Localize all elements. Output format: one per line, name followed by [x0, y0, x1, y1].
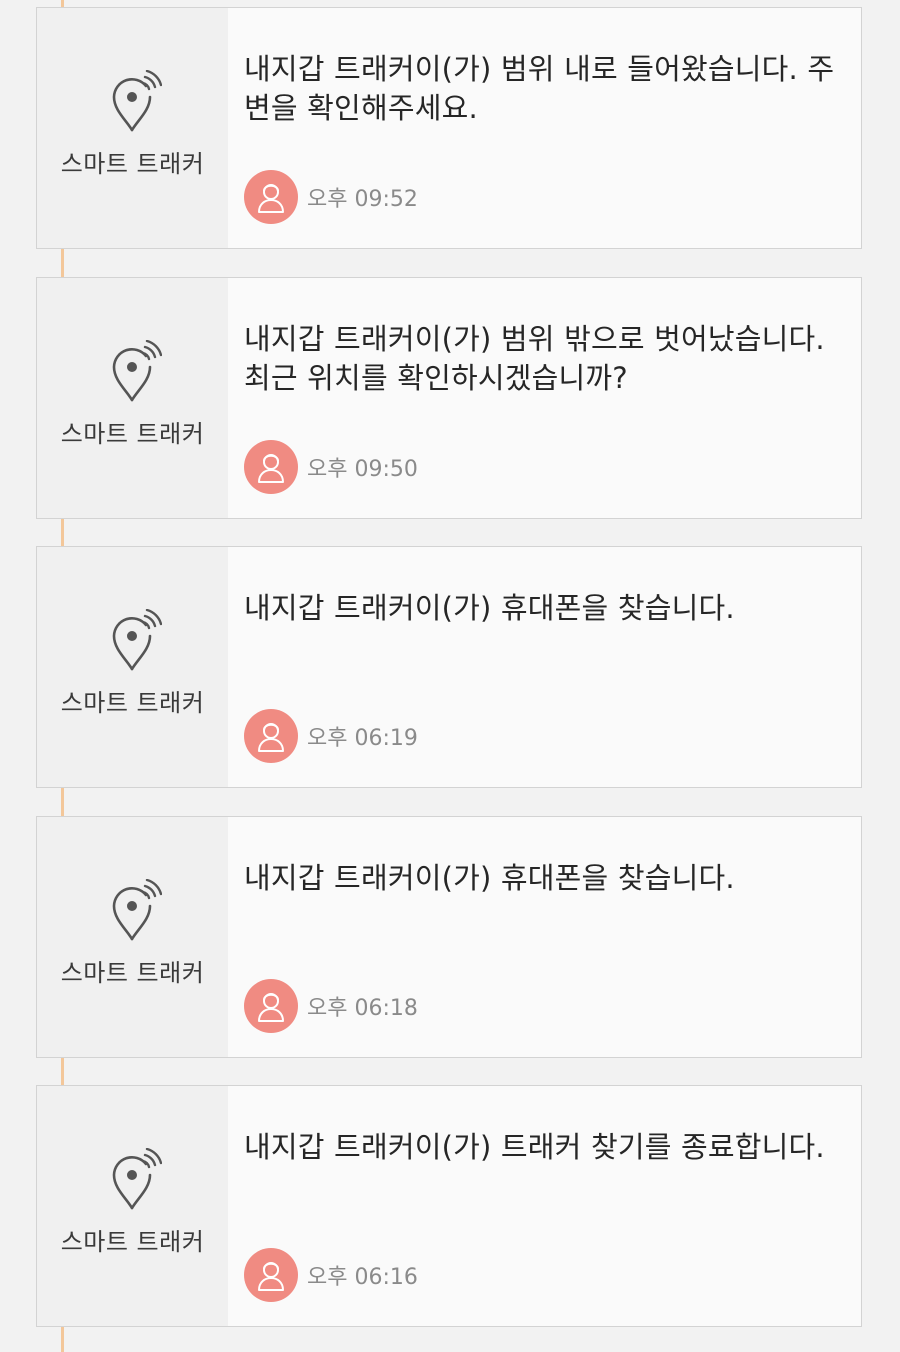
notification-meta: 오후 06:19 [244, 709, 418, 763]
notification-app-panel: 스마트 트래커 [37, 817, 228, 1057]
notification-time: 오후 06:16 [307, 1265, 418, 1290]
person-icon [258, 184, 284, 213]
notification-card[interactable]: 스마트 트래커 내지갑 트래커이(가) 범위 내로 들어왔습니다. 주변을 확인… [36, 7, 862, 249]
notification-card[interactable]: 스마트 트래커 내지갑 트래커이(가) 휴대폰을 찾습니다. 오후 06:18 [36, 816, 862, 1058]
notification-body: 내지갑 트래커이(가) 범위 내로 들어왔습니다. 주변을 확인해주세요. 오후… [228, 8, 861, 248]
person-icon [258, 1262, 284, 1291]
notification-app-panel: 스마트 트래커 [37, 1086, 228, 1326]
notification-body: 내지갑 트래커이(가) 휴대폰을 찾습니다. 오후 06:18 [228, 817, 861, 1057]
notification-app-panel: 스마트 트래커 [37, 547, 228, 787]
notification-feed: 스마트 트래커 내지갑 트래커이(가) 범위 내로 들어왔습니다. 주변을 확인… [0, 0, 900, 1352]
notification-meta: 오후 06:18 [244, 979, 418, 1033]
notification-time: 오후 06:18 [307, 996, 418, 1021]
notification-message: 내지갑 트래커이(가) 휴대폰을 찾습니다. [244, 861, 735, 895]
notification-message: 내지갑 트래커이(가) 범위 밖으로 벗어났습니다. 최근 위치를 확인하시겠습… [244, 322, 825, 395]
person-icon [258, 993, 284, 1022]
location-tracker-icon [112, 1148, 162, 1210]
notification-app-panel: 스마트 트래커 [37, 8, 228, 248]
notification-time: 오후 06:19 [307, 726, 418, 751]
notification-message: 내지갑 트래커이(가) 범위 내로 들어왔습니다. 주변을 확인해주세요. [244, 52, 835, 125]
notification-time: 오후 09:52 [307, 187, 418, 212]
person-icon [258, 723, 284, 752]
app-name: 스마트 트래커 [60, 1228, 205, 1256]
location-tracker-icon [112, 609, 162, 671]
avatar [244, 709, 298, 763]
notification-meta: 오후 06:16 [244, 1248, 418, 1302]
app-name: 스마트 트래커 [60, 420, 205, 448]
location-tracker-icon [112, 70, 162, 132]
notification-card[interactable]: 스마트 트래커 내지갑 트래커이(가) 트래커 찾기를 종료합니다. 오후 06… [36, 1085, 862, 1327]
notification-body: 내지갑 트래커이(가) 범위 밖으로 벗어났습니다. 최근 위치를 확인하시겠습… [228, 278, 861, 518]
app-name: 스마트 트래커 [60, 959, 205, 987]
avatar [244, 440, 298, 494]
location-tracker-icon [112, 340, 162, 402]
notification-message: 내지갑 트래커이(가) 트래커 찾기를 종료합니다. [244, 1130, 825, 1164]
app-name: 스마트 트래커 [60, 689, 205, 717]
notification-card[interactable]: 스마트 트래커 내지갑 트래커이(가) 범위 밖으로 벗어났습니다. 최근 위치… [36, 277, 862, 519]
app-name: 스마트 트래커 [60, 150, 205, 178]
notification-message: 내지갑 트래커이(가) 휴대폰을 찾습니다. [244, 591, 735, 625]
notification-body: 내지갑 트래커이(가) 트래커 찾기를 종료합니다. 오후 06:16 [228, 1086, 861, 1326]
notification-app-panel: 스마트 트래커 [37, 278, 228, 518]
notification-meta: 오후 09:52 [244, 170, 418, 224]
notification-meta: 오후 09:50 [244, 440, 418, 494]
avatar [244, 979, 298, 1033]
notification-time: 오후 09:50 [307, 457, 418, 482]
person-icon [258, 454, 284, 483]
avatar [244, 170, 298, 224]
location-tracker-icon [112, 879, 162, 941]
notification-card[interactable]: 스마트 트래커 내지갑 트래커이(가) 휴대폰을 찾습니다. 오후 06:19 [36, 546, 862, 788]
avatar [244, 1248, 298, 1302]
notification-body: 내지갑 트래커이(가) 휴대폰을 찾습니다. 오후 06:19 [228, 547, 861, 787]
